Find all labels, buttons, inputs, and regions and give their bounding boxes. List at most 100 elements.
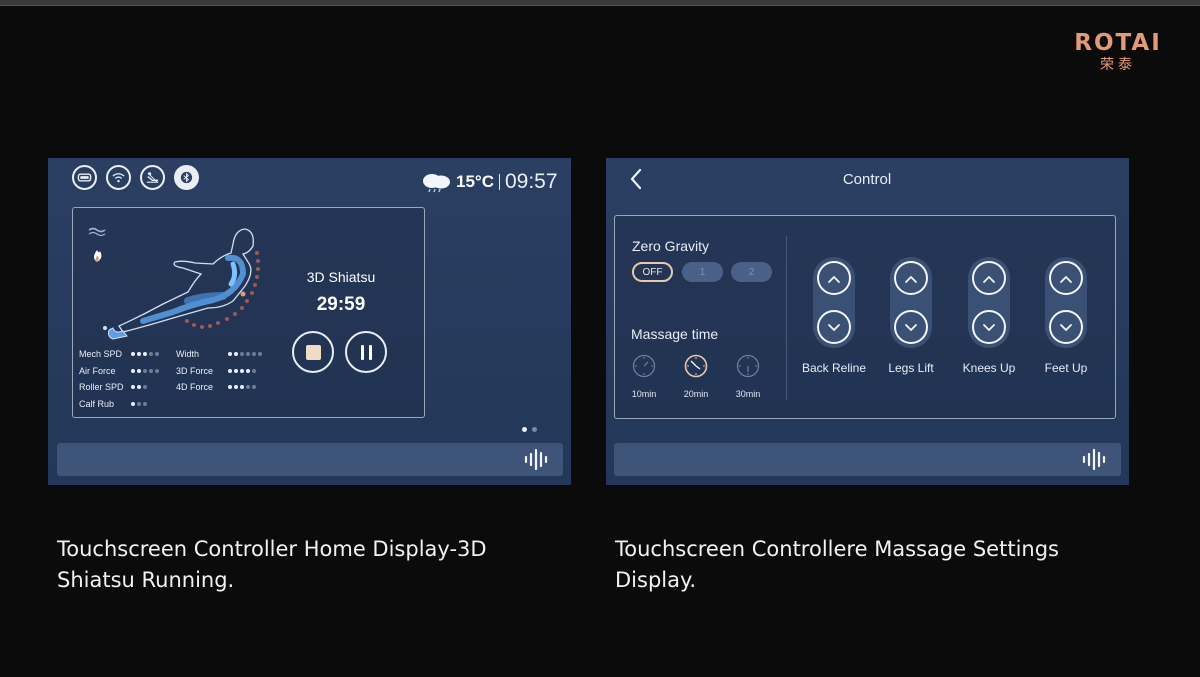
voice-wave-icon[interactable] [524, 448, 550, 471]
feet-up-up-button[interactable] [1049, 261, 1083, 295]
stat-row: Roller SPD [79, 379, 159, 396]
stat-level-dots [228, 352, 262, 357]
stat-row: 4D Force [176, 379, 262, 396]
home-screen: 15°C 09:57 3D Shiatsu 29:59 Mech SPD Air… [48, 158, 571, 485]
stat-label: Calf Rub [79, 398, 115, 409]
caption-home: Touchscreen Controller Home Display-3D S… [57, 537, 487, 592]
page-indicator[interactable] [522, 427, 537, 432]
stat-row: Calf Rub [79, 396, 159, 413]
knees-up-down-button[interactable] [972, 310, 1006, 344]
time-20min-label: 20min [683, 389, 709, 399]
level-dot [234, 352, 238, 357]
stat-label: 3D Force [176, 365, 214, 376]
cloud-rain-icon [423, 174, 450, 193]
stop-button[interactable] [292, 331, 334, 373]
chevron-up-icon [827, 269, 841, 288]
level-dot [228, 352, 232, 357]
chevron-down-icon [982, 318, 996, 337]
recline-icon[interactable] [140, 165, 165, 190]
level-dot [143, 352, 147, 357]
legs-lift-label: Legs Lift [888, 361, 934, 375]
chevron-up-icon [1059, 269, 1073, 288]
stats-col-right: Width 3D Force 4D Force [176, 346, 262, 396]
stats-col-left: Mech SPD Air Force Roller SPD Calf Rub [79, 346, 159, 412]
level-dot [155, 368, 159, 373]
pause-icon [360, 344, 372, 360]
stat-row: 3D Force [176, 363, 262, 380]
control-screen: Control Zero Gravity OFF 1 2 Massage tim… [606, 158, 1129, 485]
battery-icon[interactable] [72, 165, 97, 190]
level-dot [240, 368, 244, 373]
zero-gravity-2[interactable]: 2 [731, 262, 772, 282]
stat-level-dots [131, 401, 147, 406]
level-dot [246, 385, 250, 390]
chevron-down-icon [1059, 318, 1073, 337]
logo-text-cn: 荣泰 [1100, 57, 1136, 73]
legs-lift-up-button[interactable] [894, 261, 928, 295]
separator [498, 174, 500, 190]
stat-label: 4D Force [176, 382, 214, 393]
stat-label: Width [176, 349, 200, 360]
time-30min[interactable]: 30min [728, 354, 768, 399]
knees-up-adjuster [968, 257, 1010, 348]
program-timer: 29:59 [316, 294, 366, 315]
program-panel: 3D Shiatsu 29:59 Mech SPD Air Force Roller… [72, 207, 425, 418]
chevron-down-icon [827, 318, 841, 337]
stat-level-dots [131, 385, 147, 390]
zero-gravity-label: Zero Gravity [632, 238, 710, 254]
level-dot [137, 368, 141, 373]
level-dot [143, 368, 147, 373]
wifi-icon[interactable] [106, 165, 131, 190]
back-reline-up-button[interactable] [817, 261, 851, 295]
legs-lift-adjuster [890, 257, 932, 348]
level-dot [228, 385, 232, 390]
level-dot [143, 385, 147, 390]
level-dot [252, 368, 256, 373]
level-dot [240, 385, 244, 390]
level-dot [252, 385, 256, 390]
time-30min-label: 30min [735, 389, 761, 399]
level-dot [149, 352, 153, 357]
stat-level-dots [228, 385, 256, 390]
page-dot[interactable] [532, 427, 537, 432]
level-dot [246, 368, 250, 373]
page-dot-active[interactable] [522, 427, 527, 432]
voice-bar[interactable] [614, 443, 1121, 476]
level-dot [137, 401, 141, 406]
pause-button[interactable] [345, 331, 387, 373]
level-dot [252, 352, 256, 357]
level-dot [234, 385, 238, 390]
feet-up-adjuster [1045, 257, 1087, 348]
panel-divider [786, 236, 787, 400]
back-chevron-icon[interactable] [628, 168, 644, 190]
top-border [0, 0, 1200, 6]
stat-level-dots [131, 368, 159, 373]
level-dot [234, 368, 238, 373]
program-name: 3D Shiatsu [306, 269, 376, 285]
feet-up-down-button[interactable] [1049, 310, 1083, 344]
level-dot [137, 385, 141, 390]
bluetooth-avatar-icon[interactable] [174, 165, 199, 190]
time-20min[interactable]: 20min [676, 354, 716, 399]
stat-label: Mech SPD [79, 349, 123, 360]
stat-row: Air Force [79, 363, 159, 380]
stat-row: Mech SPD [79, 346, 159, 363]
level-dot [137, 352, 141, 357]
control-panel: Zero Gravity OFF 1 2 Massage time 10min … [614, 215, 1116, 419]
body-map-figure [88, 227, 260, 340]
legs-lift-down-button[interactable] [894, 310, 928, 344]
timer-icon [736, 354, 760, 378]
zero-gravity-1[interactable]: 1 [682, 262, 723, 282]
back-reline-down-button[interactable] [817, 310, 851, 344]
chevron-down-icon [904, 318, 918, 337]
logo-text: ROTAI [1074, 30, 1162, 56]
voice-wave-icon[interactable] [1082, 448, 1108, 471]
time-10min[interactable]: 10min [624, 354, 664, 399]
knees-up-up-button[interactable] [972, 261, 1006, 295]
zero-gravity-off[interactable]: OFF [632, 262, 673, 282]
voice-bar[interactable] [57, 443, 563, 476]
stat-label: Roller SPD [79, 382, 124, 393]
clock: 09:57 [504, 170, 558, 193]
level-dot [131, 401, 135, 406]
stat-level-dots [131, 352, 159, 357]
